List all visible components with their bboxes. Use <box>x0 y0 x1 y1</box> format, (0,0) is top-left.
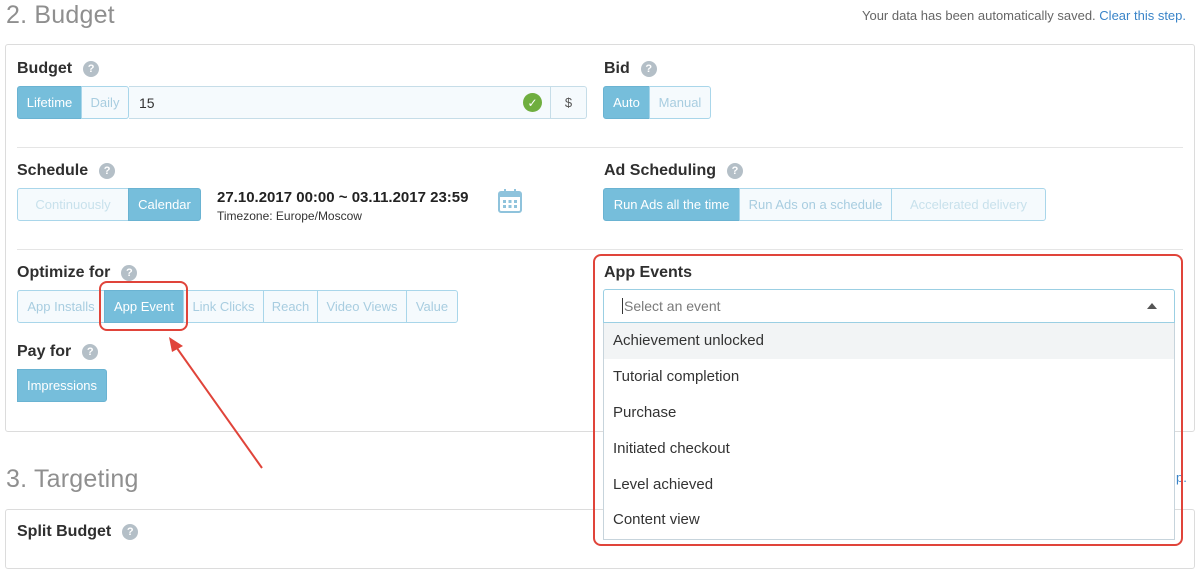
bid-label: Bid ? <box>604 60 657 78</box>
split-budget-label: Split Budget ? <box>17 523 139 541</box>
help-icon[interactable]: ? <box>727 163 743 179</box>
budget-mode-group: Lifetime Daily <box>17 86 129 119</box>
budget-amount-value: 15 <box>139 94 155 111</box>
optimize-reach[interactable]: Reach <box>263 290 318 323</box>
ad-scheduling-label-text: Ad Scheduling <box>604 162 716 179</box>
ad-scheduling-mode-group: Run Ads all the time Run Ads on a schedu… <box>603 188 1046 221</box>
ad-scheduling-accelerated[interactable]: Accelerated delivery <box>891 188 1046 221</box>
pay-for-impressions[interactable]: Impressions <box>17 369 107 402</box>
optimize-link-clicks[interactable]: Link Clicks <box>183 290 264 323</box>
schedule-mode-calendar[interactable]: Calendar <box>128 188 201 221</box>
schedule-mode-continuously[interactable]: Continuously <box>17 188 129 221</box>
help-icon[interactable]: ? <box>83 61 100 77</box>
step-title-budget: 2. Budget <box>6 1 115 29</box>
optimize-app-installs[interactable]: App Installs <box>17 290 105 323</box>
help-icon[interactable]: ? <box>99 163 116 179</box>
optimize-for-label: Optimize for ? <box>17 264 138 282</box>
help-icon[interactable]: ? <box>640 61 657 77</box>
schedule-label-text: Schedule <box>17 162 89 179</box>
step-title-targeting: 3. Targeting <box>6 465 139 493</box>
autosave-text: Your data has been automatically saved. <box>861 8 1096 23</box>
optimize-video-views[interactable]: Video Views <box>317 290 407 323</box>
help-icon[interactable]: ? <box>121 265 138 281</box>
autosave-notice: Your data has been automatically saved. … <box>862 8 1186 23</box>
divider <box>17 147 1183 148</box>
help-icon[interactable]: ? <box>82 344 99 360</box>
currency-addon: $ <box>551 86 587 119</box>
optimize-value[interactable]: Value <box>406 290 458 323</box>
pay-for-label-text: Pay for <box>17 343 72 360</box>
bid-label-text: Bid <box>604 60 630 77</box>
annotation-highlight-app-events <box>593 254 1183 546</box>
optimize-for-label-text: Optimize for <box>17 264 111 281</box>
calendar-icon[interactable] <box>498 189 522 213</box>
bid-mode-manual[interactable]: Manual <box>649 86 711 119</box>
bid-mode-auto[interactable]: Auto <box>603 86 650 119</box>
budget-amount-input[interactable]: 15 <box>129 86 551 119</box>
bid-mode-group: Auto Manual <box>603 86 711 119</box>
annotation-arrow <box>169 337 263 469</box>
ad-scheduling-label: Ad Scheduling ? <box>604 162 743 180</box>
budget-mode-daily[interactable]: Daily <box>81 86 129 119</box>
timezone-text: Timezone: Europe/Moscow <box>217 209 362 223</box>
ad-scheduling-run-on-schedule[interactable]: Run Ads on a schedule <box>739 188 892 221</box>
schedule-mode-group: Continuously Calendar <box>17 188 201 221</box>
divider <box>17 249 1183 250</box>
budget-label: Budget ? <box>17 60 100 78</box>
optimize-for-mode-group: App Installs App Event Link Clicks Reach… <box>17 290 458 323</box>
help-icon[interactable]: ? <box>122 524 139 540</box>
budget-label-text: Budget <box>17 60 73 77</box>
date-range[interactable]: 27.10.2017 00:00 ~ 03.11.2017 23:59 <box>217 189 468 206</box>
split-budget-label-text: Split Budget <box>17 523 112 540</box>
clear-step-link[interactable]: Clear this step. <box>1099 8 1186 23</box>
checkmark-icon: ✓ <box>523 93 542 112</box>
schedule-label: Schedule ? <box>17 162 116 180</box>
annotation-highlight-app-event <box>99 281 188 331</box>
budget-mode-lifetime[interactable]: Lifetime <box>17 86 82 119</box>
ad-scheduling-run-all-time[interactable]: Run Ads all the time <box>603 188 740 221</box>
pay-for-label: Pay for ? <box>17 343 99 361</box>
pay-for-mode-group: Impressions <box>17 369 107 402</box>
